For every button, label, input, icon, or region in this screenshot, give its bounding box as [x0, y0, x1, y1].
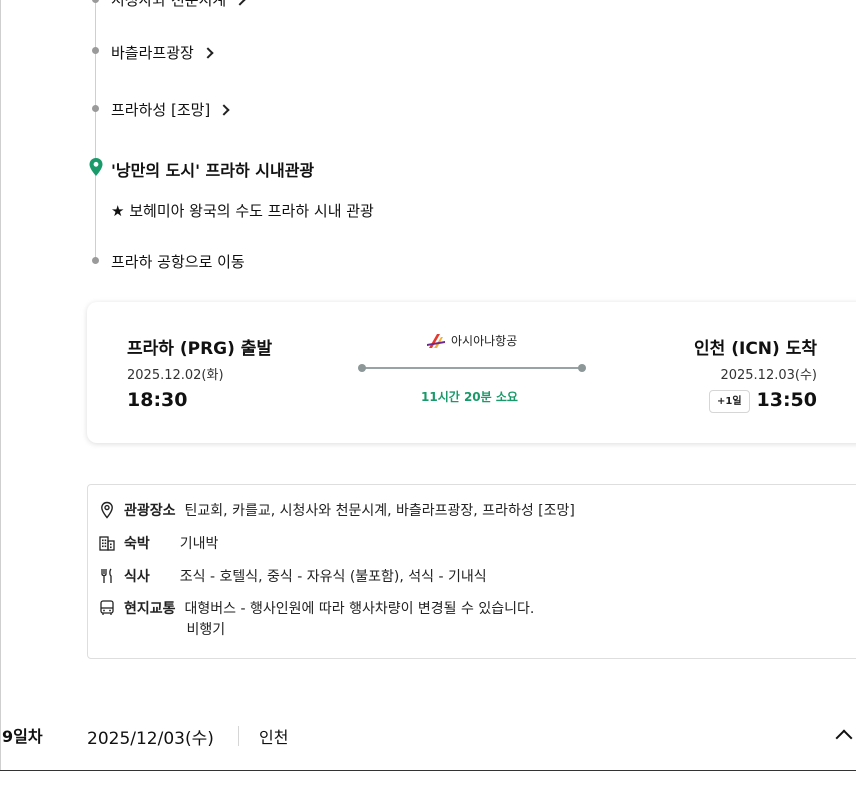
itinerary-timeline: 시청사와 천문시계 바츨라프광장 프라하성 [조망] '낭만의 도시' 프라하 … [0, 0, 856, 290]
transport-values: 대형버스 - 행사인원에 따라 행사차량이 변경될 수 있습니다. 비행기 [185, 599, 535, 641]
timeline-item-prague-city-tour: '낭만의 도시' 프라하 시내관광 [111, 157, 314, 181]
divider [0, 770, 856, 771]
info-value: 틴교회, 카를교, 시청사와 천문시계, 바츨라프광장, 프라하성 [조망] [184, 503, 575, 519]
info-value: 기내박 [179, 536, 219, 552]
timeline-dot [92, 0, 99, 3]
info-value: 대형버스 - 행사인원에 따라 행사차량이 변경될 수 있습니다. [184, 601, 535, 617]
timeline-dot [92, 47, 99, 54]
chevron-right-icon [234, 0, 246, 6]
flight-route [358, 364, 586, 372]
departure-date: 2025.12.02(화) [127, 368, 224, 383]
route-line [362, 367, 582, 369]
timeline-item-airport-transfer: 프라하 공항으로 이동 [111, 251, 245, 272]
arrival-title: 인천 (ICN) 도착 [694, 339, 817, 359]
day-info-box: 관광장소 틴교회, 카를교, 시청사와 천문시계, 바츨라프광장, 프라하성 [… [87, 484, 856, 659]
timeline-item-wenceslas-square[interactable]: 바츨라프광장 [111, 42, 214, 63]
building-icon [99, 536, 115, 551]
plus-day-badge: +1일 [709, 390, 750, 413]
info-label: 숙박 [124, 536, 150, 552]
timeline-dot [92, 257, 99, 264]
timeline-item-label: 프라하 공항으로 이동 [111, 253, 245, 271]
divider [238, 726, 239, 746]
info-row-meals: 식사 조식 - 호텔식, 중식 - 자유식 (불포함), 석식 - 기내식 [98, 567, 487, 588]
bus-icon [100, 600, 114, 615]
timeline-item-prague-castle[interactable]: 프라하성 [조망] [111, 99, 230, 120]
location-icon [101, 501, 113, 519]
flight-card: 프라하 (PRG) 출발 2025.12.02(화) 18:30 아시아나항공 … [87, 302, 856, 443]
timeline-line [95, 0, 96, 262]
info-row-sights: 관광장소 틴교회, 카를교, 시청사와 천문시계, 바츨라프광장, 프라하성 [… [98, 501, 575, 522]
departure-time: 18:30 [127, 389, 188, 411]
timeline-dot [92, 105, 99, 112]
info-label: 현지교통 [124, 601, 176, 617]
info-row-lodging: 숙박 기내박 [98, 534, 218, 555]
info-row-transport: 현지교통 대형버스 - 행사인원에 따라 행사차량이 변경될 수 있습니다. 비… [98, 599, 534, 641]
chevron-right-icon [202, 46, 214, 59]
timeline-item-label: '낭만의 도시' 프라하 시내관광 [111, 161, 315, 180]
day-header-row[interactable]: 9일차 2025/12/03(수) 인천 [0, 712, 856, 772]
chevron-right-icon [218, 103, 230, 116]
chevron-up-icon[interactable] [835, 729, 853, 747]
airline-name: 아시아나항공 [451, 334, 518, 348]
timeline-item-label: 시청사와 천문시계 [111, 0, 227, 9]
map-pin-icon [89, 158, 103, 176]
arrival-date: 2025.12.03(수) [720, 368, 817, 383]
arrival-time: 13:50 [756, 389, 817, 411]
info-value: 비행기 [186, 622, 226, 638]
day-date: 2025/12/03(수) [87, 729, 214, 749]
info-label: 관광장소 [124, 503, 176, 519]
timeline-item-clipped[interactable]: 시청사와 천문시계 [111, 0, 246, 10]
flight-duration: 11시간 20분 소요 [421, 390, 518, 404]
asiana-logo-icon [427, 333, 445, 348]
info-label: 식사 [124, 569, 150, 585]
timeline-item-label: 프라하성 [조망] [111, 101, 211, 119]
day-label: 9일차 [2, 727, 43, 746]
utensils-icon [101, 568, 112, 583]
timeline-item-label: ★ 보헤미아 왕국의 수도 프라하 시내 관광 [111, 202, 374, 220]
departure-title: 프라하 (PRG) 출발 [127, 339, 273, 359]
timeline-item-label: 바츨라프광장 [111, 44, 194, 62]
info-value: 조식 - 호텔식, 중식 - 자유식 (불포함), 석식 - 기내식 [179, 569, 487, 585]
day-city: 인천 [259, 728, 289, 747]
airline: 아시아나항공 [427, 332, 517, 349]
route-end-dot [578, 364, 586, 372]
route-start-dot [358, 364, 366, 372]
timeline-item-description: ★ 보헤미아 왕국의 수도 프라하 시내 관광 [111, 200, 374, 221]
